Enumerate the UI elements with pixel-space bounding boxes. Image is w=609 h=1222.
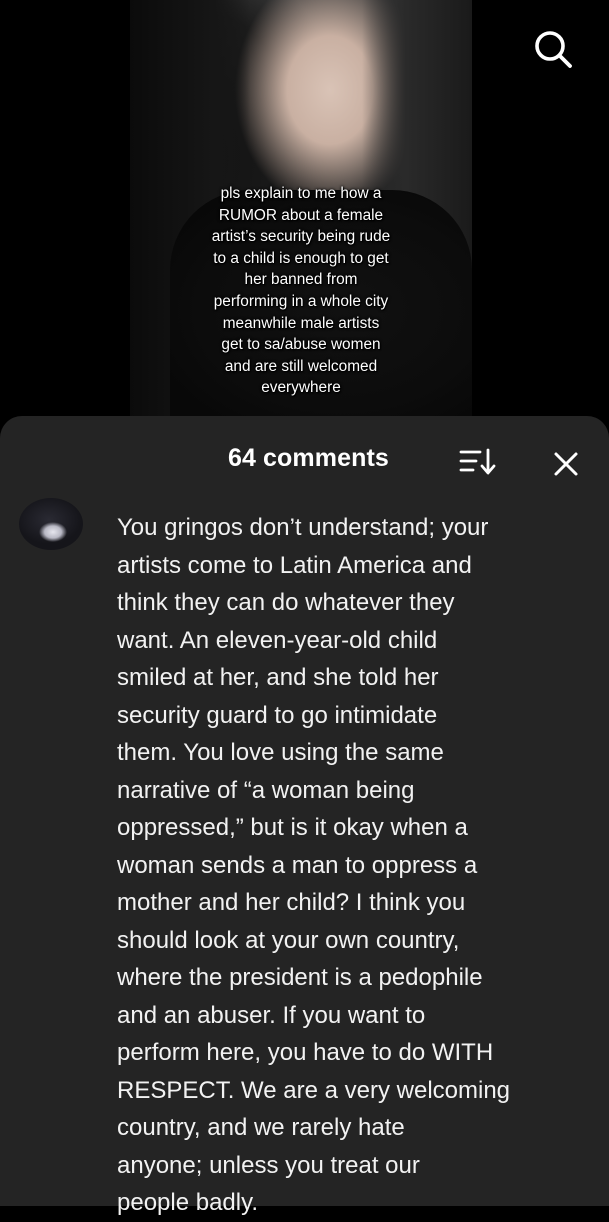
video-player[interactable]: pls explain to me how a RUMOR about a fe…: [130, 0, 472, 430]
search-icon: [535, 31, 572, 68]
search-button[interactable]: [528, 24, 578, 74]
comment-text: You gringos don’t understand; your artis…: [117, 514, 511, 1216]
comments-count: 64 comments: [228, 444, 389, 472]
close-icon: [554, 452, 578, 476]
sort-icon: [459, 448, 496, 475]
avatar[interactable]: [19, 498, 83, 550]
comments-sheet: 64 comments You gringos don’t understand…: [0, 416, 609, 1216]
close-button[interactable]: [548, 446, 584, 482]
comments-header: 64 comments: [0, 416, 609, 502]
sort-button[interactable]: [456, 444, 500, 480]
video-caption-overlay: pls explain to me how a RUMOR about a fe…: [211, 185, 391, 397]
